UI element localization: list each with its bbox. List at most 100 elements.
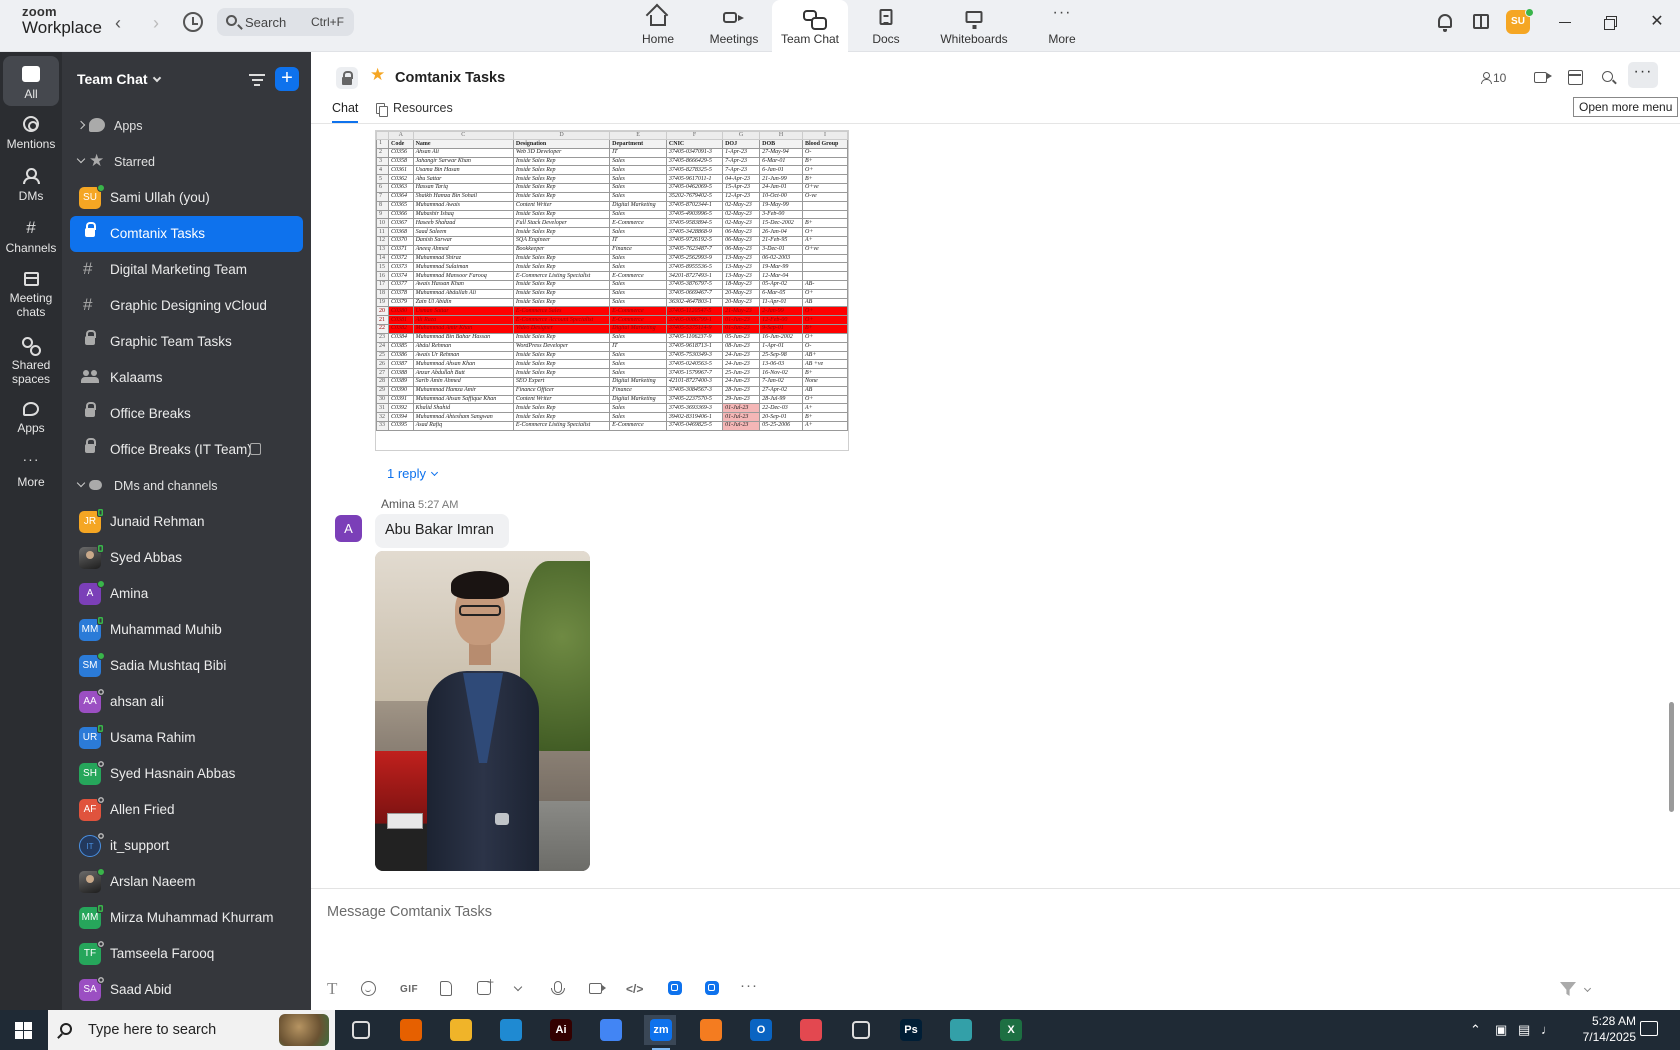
rail-more[interactable]: ··· More: [3, 452, 59, 490]
sidebar-item[interactable]: TF Tamseela Farooq: [70, 936, 303, 972]
tab-meetings[interactable]: Meetings: [696, 0, 772, 52]
rail-channels[interactable]: # Channels: [3, 219, 59, 256]
back-arrow-icon[interactable]: ‹: [115, 13, 121, 34]
tab-whiteboards[interactable]: Whiteboards: [924, 0, 1024, 52]
taskbar-app-vscode[interactable]: [494, 1015, 526, 1045]
rail-dms[interactable]: DMs: [3, 168, 59, 204]
rail-mentions[interactable]: Mentions: [3, 116, 59, 152]
sidebar-item[interactable]: Office Breaks: [70, 396, 303, 432]
rail-all[interactable]: All: [3, 56, 59, 106]
schedule-calendar-icon[interactable]: [1568, 70, 1583, 85]
taskbar-app-photoshop[interactable]: Ps: [894, 1015, 926, 1045]
taskbar-app-app-orange[interactable]: [694, 1015, 726, 1045]
network-icon[interactable]: ▣: [1495, 1022, 1507, 1038]
sidebar-item[interactable]: UR Usama Rahim: [70, 720, 303, 756]
close-button[interactable]: ✕: [1647, 12, 1667, 32]
sidebar-item[interactable]: Comtanix Tasks: [70, 216, 303, 252]
forward-arrow-icon[interactable]: ›: [153, 13, 159, 34]
taskbar-app-zoom[interactable]: zm: [644, 1015, 676, 1050]
taskbar-app-outlook[interactable]: O: [744, 1015, 776, 1045]
video-meeting-icon[interactable]: [1534, 72, 1552, 83]
taskbar-app-chrome[interactable]: [594, 1015, 626, 1045]
spreadsheet-image[interactable]: ACDEFGHI 1 Code Name Designation Department C…: [375, 130, 849, 451]
maximize-button[interactable]: [1601, 12, 1621, 32]
gif-button[interactable]: GIF: [400, 984, 418, 1002]
chat-scrollbar[interactable]: [1669, 702, 1674, 812]
photo-attachment[interactable]: [375, 551, 590, 871]
more-dots-icon[interactable]: ···: [740, 977, 758, 995]
screenshot-icon[interactable]: [477, 975, 494, 995]
minimize-button[interactable]: [1555, 12, 1575, 32]
channel-title[interactable]: Comtanix Tasks: [395, 70, 505, 86]
code-snippet-button[interactable]: </>: [626, 982, 643, 1000]
taskbar-app-illustrator[interactable]: Ai: [544, 1015, 576, 1045]
tab-docs[interactable]: Docs: [848, 0, 924, 52]
taskbar-app-task-view[interactable]: [344, 1015, 376, 1045]
taskbar-app-file-explorer[interactable]: [444, 1015, 476, 1045]
volume-icon[interactable]: ♩: [1541, 1022, 1554, 1037]
message-input[interactable]: [327, 899, 1227, 925]
sidebar-item[interactable]: AA ahsan ali: [70, 684, 303, 720]
chevron-up-icon[interactable]: ⌃: [1470, 1022, 1481, 1038]
notifications-bell-icon[interactable]: [1438, 14, 1452, 32]
tab-more[interactable]: ··· More: [1024, 0, 1100, 52]
chevron-down-icon[interactable]: [513, 982, 523, 992]
microphone-icon[interactable]: [551, 981, 565, 995]
sidebar-item[interactable]: AF Allen Fried: [70, 792, 303, 828]
sidebar-item[interactable]: Office Breaks (IT Team): [70, 432, 303, 468]
wifi-icon[interactable]: ▤: [1518, 1022, 1530, 1038]
file-attach-icon[interactable]: [440, 981, 452, 996]
video-message-icon[interactable]: [589, 983, 606, 994]
section-apps[interactable]: Apps: [62, 108, 311, 144]
taskbar-app-firefox[interactable]: [394, 1015, 426, 1045]
sidebar-item[interactable]: IT it_support: [70, 828, 303, 864]
emoji-icon[interactable]: [361, 981, 376, 996]
taskbar-search[interactable]: Type here to search: [48, 1010, 335, 1050]
system-clock[interactable]: 5:28 AM 7/14/2025: [1562, 1013, 1636, 1045]
sidebar-item[interactable]: Kalaams: [70, 360, 303, 396]
sidebar-item[interactable]: MM Muhammad Muhib: [70, 612, 303, 648]
sidebar-item[interactable]: SA Saad Abid: [70, 972, 303, 1008]
new-chat-button[interactable]: +: [275, 67, 299, 91]
starred-icon[interactable]: ★: [370, 65, 385, 85]
tab-resources[interactable]: Resources: [393, 101, 453, 115]
whiteboard-app-icon[interactable]: [705, 981, 719, 995]
sidebar-item[interactable]: SM Sadia Mushtaq Bibi: [70, 648, 303, 684]
sidebar-item[interactable]: SU Sami Ullah (you): [70, 180, 303, 216]
section-dms-channels[interactable]: DMs and channels: [62, 468, 311, 504]
tab-team-chat[interactable]: Team Chat: [772, 0, 848, 52]
rail-apps[interactable]: Apps: [3, 402, 59, 436]
sidebar-item[interactable]: Graphic Team Tasks: [70, 324, 303, 360]
members-count-button[interactable]: 10: [1481, 71, 1506, 85]
sidebar-item[interactable]: MM Mirza Muhammad Khurram: [70, 900, 303, 936]
taskbar-app-creative-cloud[interactable]: [794, 1015, 826, 1045]
filter-icon[interactable]: [249, 74, 265, 86]
sender-avatar[interactable]: A: [335, 515, 362, 542]
rail-meeting-chats[interactable]: Meeting chats: [3, 272, 59, 320]
message-bubble[interactable]: Abu Bakar Imran: [375, 514, 509, 548]
sidebar-item[interactable]: Syed Abbas: [70, 540, 303, 576]
section-starred[interactable]: ★ Starred: [62, 144, 311, 180]
windows-start-icon[interactable]: [15, 1022, 32, 1039]
sidebar-item[interactable]: SH Syed Hasnain Abbas: [70, 756, 303, 792]
rail-shared-spaces[interactable]: Shared spaces: [3, 337, 59, 387]
more-options-button[interactable]: ···: [1628, 62, 1658, 88]
taskbar-app-excel[interactable]: X: [994, 1015, 1026, 1045]
sidebar-item[interactable]: JR Junaid Rehman: [70, 504, 303, 540]
tab-chat[interactable]: Chat: [332, 101, 359, 123]
global-search[interactable]: Search Ctrl+F: [217, 8, 354, 36]
sender-name[interactable]: Amina: [381, 497, 415, 511]
history-icon[interactable]: [183, 12, 203, 32]
taskbar-app-app-diamond[interactable]: [944, 1015, 976, 1045]
zoom-app-icon[interactable]: [668, 981, 682, 995]
thread-replies-link[interactable]: 1 reply: [387, 466, 439, 481]
tab-home[interactable]: Home: [620, 0, 696, 52]
sidebar-title[interactable]: Team Chat: [77, 71, 161, 87]
notification-center-icon[interactable]: [1640, 1021, 1658, 1036]
sidebar-item[interactable]: # Graphic Designing vCloud: [70, 288, 303, 324]
whats-new-icon[interactable]: [1473, 14, 1489, 29]
taskbar-app-pen-tool[interactable]: [844, 1015, 876, 1045]
sidebar-item[interactable]: A Amina: [70, 576, 303, 612]
sidebar-item[interactable]: Arslan Naeem: [70, 864, 303, 900]
search-icon[interactable]: [1602, 71, 1613, 82]
